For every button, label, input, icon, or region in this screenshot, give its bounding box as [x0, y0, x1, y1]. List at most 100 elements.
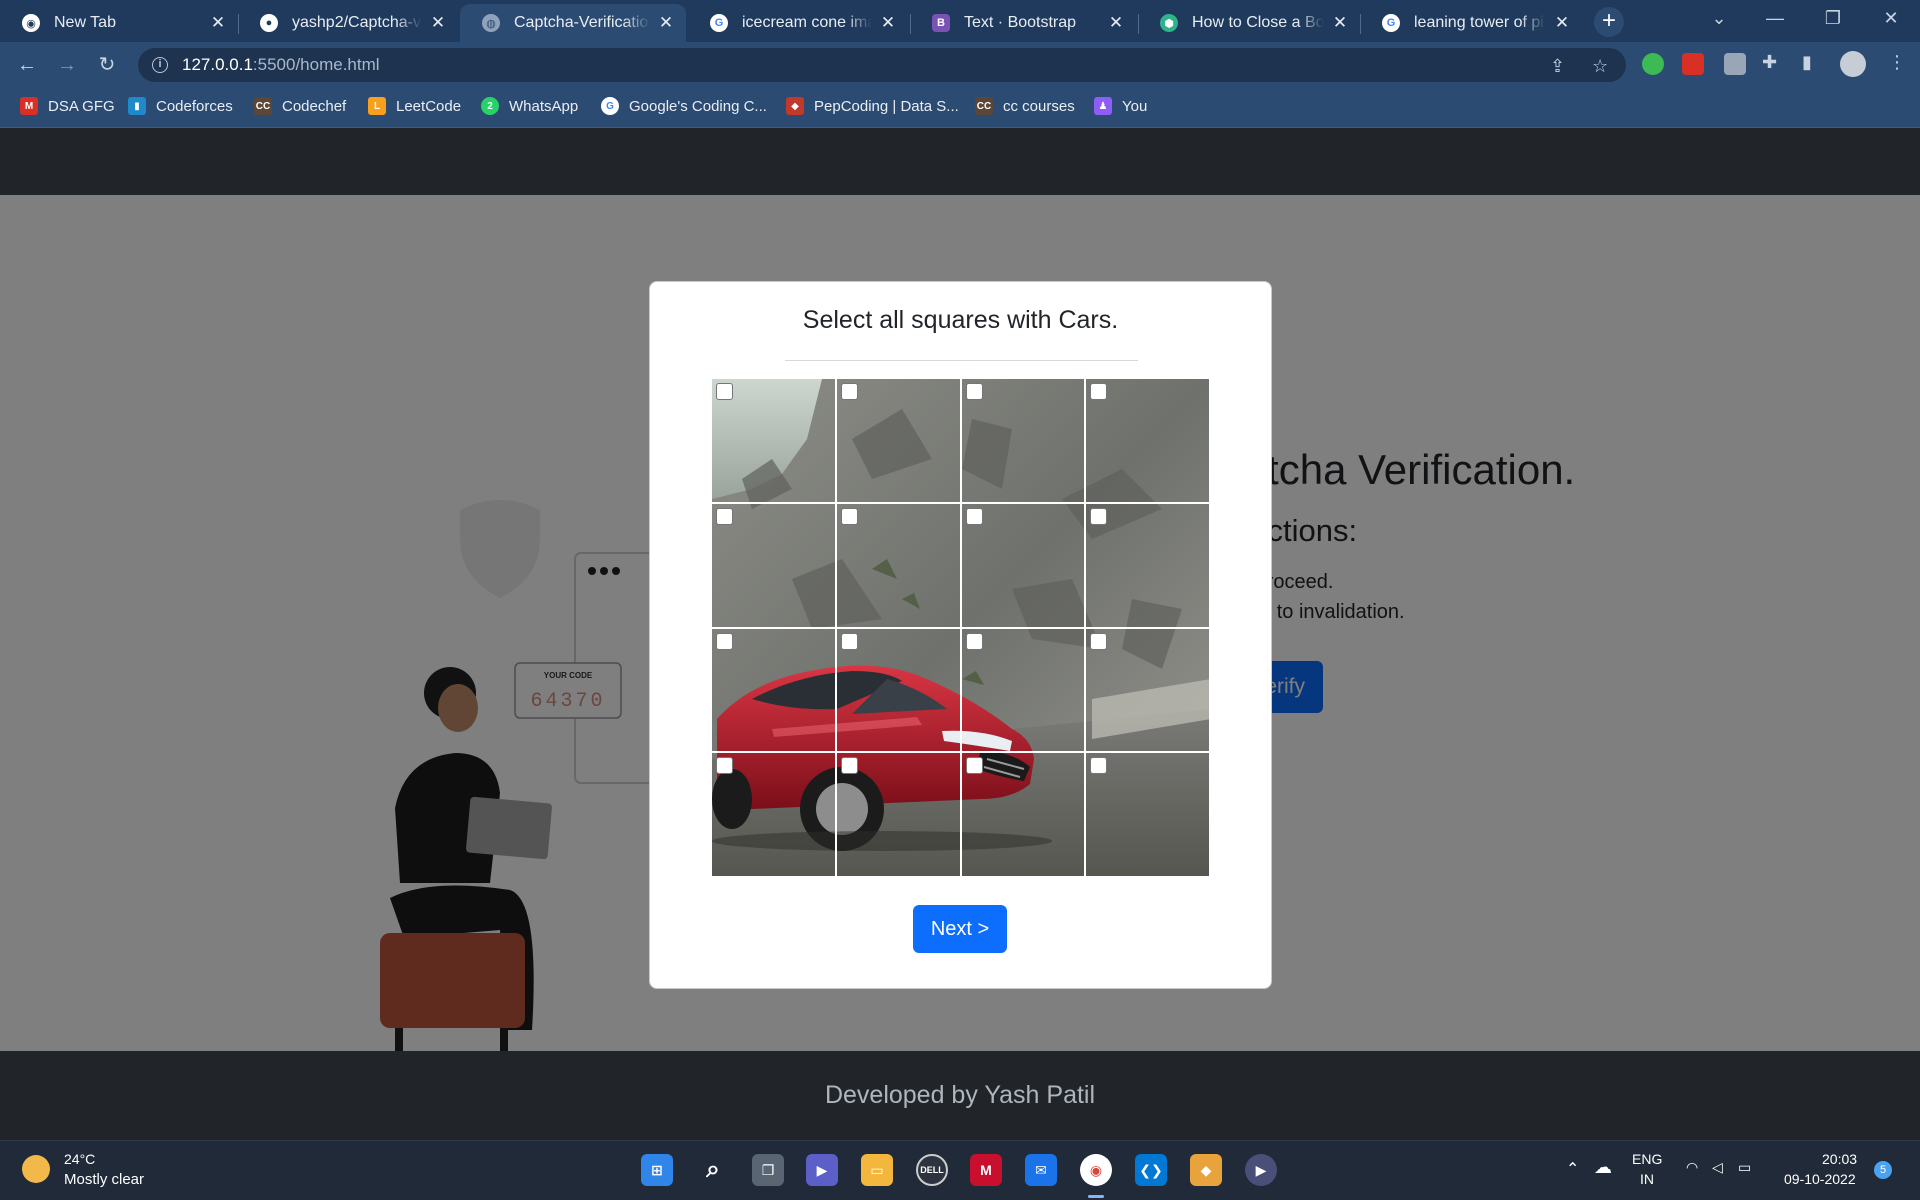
minimize-button[interactable]: —	[1760, 8, 1790, 29]
close-window-button[interactable]: ✕	[1876, 8, 1906, 29]
tab-github[interactable]: ● yashp2/Captcha-verifi ✕	[238, 4, 458, 42]
captcha-tile-checkbox[interactable]	[716, 383, 733, 400]
captcha-tile-checkbox[interactable]	[840, 757, 858, 775]
captcha-tile[interactable]	[1086, 379, 1211, 504]
bookmark-star-icon[interactable]: ☆	[1592, 56, 1608, 77]
captcha-tile-checkbox[interactable]	[840, 632, 858, 650]
bookmark-pepcoding[interactable]: ◆ PepCoding | Data S...	[786, 97, 959, 115]
captcha-tile-checkbox[interactable]	[840, 507, 858, 525]
bookmark-whatsapp[interactable]: 2 WhatsApp	[481, 97, 578, 115]
side-panel-icon[interactable]: ▮	[1802, 52, 1812, 73]
captcha-tile[interactable]	[1086, 628, 1211, 754]
captcha-tile-checkbox[interactable]	[716, 507, 733, 525]
new-tab-button[interactable]: +	[1594, 7, 1624, 37]
address-bar[interactable]: i 127.0.0.1:5500/home.html ⇪ ☆	[138, 48, 1626, 82]
onedrive-icon[interactable]: ☁	[1594, 1157, 1612, 1178]
vscode-icon[interactable]: ❮❯	[1135, 1154, 1167, 1186]
captcha-tile[interactable]	[836, 379, 962, 504]
tab-icecream[interactable]: G icecream cone image ✕	[688, 4, 908, 42]
mail-icon[interactable]: ✉	[1025, 1154, 1057, 1186]
captcha-tile-checkbox[interactable]	[965, 757, 983, 775]
site-info-icon[interactable]: i	[152, 57, 168, 73]
captcha-tile[interactable]	[836, 503, 962, 629]
profile-avatar[interactable]	[1840, 51, 1866, 77]
captcha-tile-checkbox[interactable]	[965, 507, 983, 525]
back-button[interactable]: ←	[12, 50, 42, 80]
captcha-tile[interactable]	[1086, 503, 1211, 629]
chrome-taskbar-icon[interactable]: ◉	[1080, 1154, 1112, 1186]
extension-pdf-icon[interactable]	[1682, 53, 1704, 75]
captcha-tile[interactable]	[712, 628, 837, 754]
bookmark-codechef[interactable]: CC Codechef	[254, 97, 346, 115]
battery-icon[interactable]: ▭	[1738, 1159, 1751, 1176]
task-view-icon[interactable]: ❐	[752, 1154, 784, 1186]
volume-icon[interactable]: ◁	[1712, 1159, 1723, 1176]
captcha-tile-checkbox[interactable]	[840, 383, 858, 400]
tab-gfg[interactable]: ⬢ How to Close a Boots ✕	[1138, 4, 1360, 42]
windows-start-icon[interactable]: ⊞	[641, 1154, 673, 1186]
captcha-tile-checkbox[interactable]	[716, 757, 733, 775]
reload-button[interactable]: ↻	[92, 50, 122, 80]
language-bottom[interactable]: IN	[1640, 1171, 1654, 1187]
tab-search-icon[interactable]: ⌄	[1704, 8, 1734, 29]
captcha-tile[interactable]	[1086, 753, 1211, 878]
bookmark-codeforces[interactable]: ▮ Codeforces	[128, 97, 233, 115]
captcha-tile[interactable]	[961, 379, 1087, 504]
bookmark-dsa-gfg[interactable]: M DSA GFG	[20, 97, 115, 115]
captcha-tile[interactable]	[712, 379, 837, 504]
captcha-tile-checkbox[interactable]	[965, 383, 983, 400]
close-icon[interactable]: ✕	[1552, 13, 1572, 33]
tray-chevron-icon[interactable]: ⌃	[1566, 1159, 1579, 1179]
clock-time[interactable]: 20:03	[1822, 1151, 1857, 1167]
weather-temperature[interactable]: 24°C	[64, 1151, 95, 1167]
mcafee-icon[interactable]: M	[970, 1154, 1002, 1186]
captcha-tile-checkbox[interactable]	[1090, 507, 1108, 525]
captcha-tile[interactable]	[836, 628, 962, 754]
close-icon[interactable]: ✕	[1330, 13, 1350, 33]
language-top[interactable]: ENG	[1632, 1151, 1662, 1167]
extensions-puzzle-icon[interactable]: ✚	[1762, 52, 1777, 73]
captcha-tile-checkbox[interactable]	[1090, 757, 1108, 775]
captcha-tile-checkbox[interactable]	[965, 632, 983, 650]
menu-kebab-icon[interactable]: ⋮	[1888, 52, 1906, 73]
close-icon[interactable]: ✕	[208, 13, 228, 33]
restore-button[interactable]: ❐	[1818, 8, 1848, 29]
extension-plus-icon[interactable]	[1642, 53, 1664, 75]
close-icon[interactable]: ✕	[878, 13, 898, 33]
captcha-tile-checkbox[interactable]	[1090, 632, 1108, 650]
close-icon[interactable]: ✕	[656, 13, 676, 33]
captcha-tile-checkbox[interactable]	[716, 632, 733, 650]
captcha-tile[interactable]	[961, 628, 1087, 754]
notification-badge[interactable]: 5	[1874, 1161, 1892, 1179]
bookmark-leetcode[interactable]: L LeetCode	[368, 97, 461, 115]
tab-new-tab[interactable]: ◉ New Tab ✕	[0, 4, 238, 42]
next-button[interactable]: Next >	[913, 905, 1007, 953]
teams-chat-icon[interactable]: ▶	[806, 1154, 838, 1186]
captcha-tile[interactable]	[961, 503, 1087, 629]
bookmark-google-coding[interactable]: G Google's Coding C...	[601, 97, 767, 115]
close-icon[interactable]: ✕	[428, 13, 448, 33]
tab-pisa[interactable]: G leaning tower of pisa ✕	[1360, 4, 1582, 42]
close-icon[interactable]: ✕	[1106, 13, 1126, 33]
tab-captcha-verification[interactable]: ◍ Captcha-Verification ✕	[460, 4, 686, 42]
captcha-tile-checkbox[interactable]	[1090, 383, 1108, 400]
clock-date[interactable]: 09-10-2022	[1784, 1171, 1856, 1187]
wifi-icon[interactable]: ◠	[1686, 1159, 1698, 1176]
share-icon[interactable]: ⇪	[1550, 56, 1565, 77]
captcha-tile[interactable]	[712, 503, 837, 629]
extension-window-icon[interactable]	[1724, 53, 1746, 75]
forward-button[interactable]: →	[52, 50, 82, 80]
file-explorer-icon[interactable]: ▭	[861, 1154, 893, 1186]
captcha-tile[interactable]	[712, 753, 837, 878]
bookmark-you[interactable]: ♟ You	[1094, 97, 1147, 115]
weather-moon-icon[interactable]	[22, 1155, 50, 1183]
git-icon[interactable]: ◆	[1190, 1154, 1222, 1186]
captcha-tile[interactable]	[836, 753, 962, 878]
weather-description[interactable]: Mostly clear	[64, 1171, 144, 1188]
tab-bootstrap[interactable]: B Text · Bootstrap ✕	[910, 4, 1136, 42]
dell-icon[interactable]: DELL	[916, 1154, 948, 1186]
captcha-tile[interactable]	[961, 753, 1087, 878]
media-player-icon[interactable]: ▶	[1245, 1154, 1277, 1186]
search-icon[interactable]: ⌕	[697, 1154, 729, 1186]
bookmark-cc-courses[interactable]: CC cc courses	[975, 97, 1075, 115]
